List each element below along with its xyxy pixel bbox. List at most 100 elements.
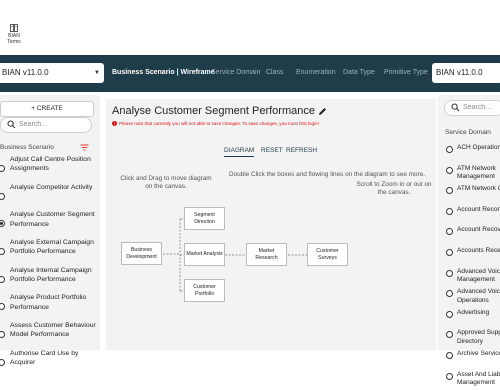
list-item[interactable]: Archive Service [438, 349, 500, 370]
service-domain-panel: Search... Service Domain ACH Operation A… [438, 95, 500, 386]
radio-button[interactable] [446, 248, 453, 256]
list-item-label: Archive Service [457, 349, 500, 357]
nav-service-domain[interactable]: Service Domain [211, 68, 260, 78]
list-item-label: Advanced Voice Operations [457, 288, 500, 304]
list-item[interactable]: Account Recon [438, 205, 500, 226]
book-icon [10, 24, 18, 32]
business-scenario-search-input[interactable]: Search... [0, 117, 92, 133]
filter-icon[interactable] [80, 144, 89, 151]
list-item[interactable]: Analyse External Campaign Portfolio Perf… [0, 238, 96, 266]
list-item-label: ACH Operation [457, 144, 500, 151]
list-item[interactable]: ATM Network Management [438, 164, 500, 185]
node-label: Customer Surveys [316, 248, 339, 261]
terms-label-line2: Terms [7, 39, 21, 45]
list-item-label: Analyse Internal Campaign Portfolio Perf… [10, 266, 92, 283]
list-item[interactable]: Accounts Rece [438, 246, 500, 267]
list-item[interactable]: Analyse Product Portfolio Performance [0, 293, 96, 321]
list-item[interactable]: Adjust Call Centre Position Assignments [0, 155, 96, 183]
diagram-panel: Analyse Customer Segment Performance ! Pl… [106, 99, 436, 350]
nav-class[interactable]: Class [266, 68, 284, 78]
search-placeholder: Search... [463, 104, 492, 111]
list-item-label: Adjust Call Centre Position Assignments [10, 156, 91, 173]
list-item-label: Accounts Rece [457, 246, 500, 254]
node-customer-surveys[interactable]: Customer Surveys [307, 243, 348, 266]
top-bar: BIAN Terms [0, 0, 500, 54]
list-item[interactable]: Analyse Competitor Activity [0, 183, 96, 211]
search-icon [451, 103, 460, 112]
node-customer-portfolio[interactable]: Customer Portfolio [184, 279, 225, 302]
radio-button-selected[interactable] [0, 220, 5, 228]
node-label: Market Analysis [186, 251, 223, 258]
node-market-research[interactable]: Market Research [246, 243, 287, 266]
radio-button[interactable] [446, 228, 453, 236]
radio-button[interactable] [446, 166, 453, 174]
service-domain-search-input[interactable]: Search... [444, 100, 500, 116]
list-item[interactable]: ATM Network C [438, 184, 500, 205]
list-item-label: Account Recov [457, 226, 500, 234]
list-item[interactable]: Asset And Liabi Management [438, 370, 500, 390]
business-scenario-list: Adjust Call Centre Position Assignments … [0, 155, 96, 377]
node-label: Market Research [255, 248, 278, 261]
radio-button[interactable] [0, 192, 5, 200]
list-item-label: ATM Network C [457, 185, 500, 193]
business-scenario-panel: + CREATE Search... Business Scenario Adj… [0, 95, 100, 366]
radio-button[interactable] [0, 165, 5, 172]
list-item[interactable]: Assess Customer Behaviour Model Performa… [0, 321, 96, 349]
radio-button[interactable] [446, 187, 453, 195]
node-label: Segment Direction [194, 212, 215, 225]
radio-button[interactable] [0, 275, 5, 283]
node-market-analysis[interactable]: Market Analysis [184, 243, 225, 266]
plus-icon: + [31, 105, 36, 112]
list-item[interactable]: ACH Operation [438, 143, 500, 164]
chevron-down-icon: ▼ [94, 70, 100, 76]
radio-button[interactable] [446, 310, 453, 318]
radio-button[interactable] [446, 269, 453, 277]
list-item-label: Analyse Product Portfolio Performance [10, 294, 87, 311]
search-icon [7, 120, 16, 129]
create-button[interactable]: + CREATE [0, 101, 94, 117]
radio-button[interactable] [0, 358, 5, 366]
service-domain-list: ACH Operation ATM Network Management ATM… [438, 143, 500, 390]
node-segment-direction[interactable]: Segment Direction [184, 207, 225, 230]
create-label: CREATE [36, 105, 63, 112]
list-item[interactable]: Account Recov [438, 225, 500, 246]
radio-button[interactable] [0, 331, 5, 339]
nav-bar: BIAN v11.0.0 ▼ Business Scenario | Wiref… [0, 55, 500, 92]
list-item[interactable]: Authorise Card Use by Acquirer [0, 349, 96, 377]
version-select-left[interactable]: BIAN v11.0.0 ▼ [0, 63, 104, 83]
radio-button[interactable] [446, 146, 453, 153]
list-item-label: Authorise Card Use by Acquirer [10, 349, 79, 367]
list-item-label: Analyse Competitor Activity [10, 183, 93, 191]
list-item-label: Analyse Customer Segment Performance [10, 211, 95, 228]
list-item[interactable]: Analyse Internal Campaign Portfolio Perf… [0, 266, 96, 294]
nav-data-type[interactable]: Data Type [343, 68, 375, 78]
nav-business-scenario-wireframe[interactable]: Business Scenario | Wireframe [112, 68, 215, 78]
radio-button[interactable] [446, 207, 453, 215]
node-label: Business Development [126, 247, 157, 260]
list-item[interactable]: Advertising [438, 308, 500, 329]
list-item[interactable]: Advanced Voice Operations [438, 287, 500, 308]
version-select-right[interactable]: BIAN v11.0.0 [432, 63, 500, 83]
list-item-label: ATM Network Management [457, 164, 496, 181]
list-item[interactable]: Analyse Customer Segment Performance [0, 210, 96, 238]
radio-button[interactable] [446, 331, 453, 339]
list-item-label: Analyse External Campaign Portfolio Perf… [10, 239, 94, 256]
nav-primitive-type[interactable]: Primitive Type [384, 68, 428, 78]
radio-button[interactable] [446, 351, 453, 359]
nav-enumeration[interactable]: Enumeration [296, 68, 336, 78]
bian-terms-button[interactable]: BIAN Terms [4, 24, 24, 45]
list-item-label: Approved Supp Directory [457, 329, 500, 345]
radio-button[interactable] [446, 290, 453, 298]
list-item-label: Account Recon [457, 205, 500, 213]
list-item-label: Assess Customer Behaviour Model Performa… [10, 322, 96, 339]
node-business-development[interactable]: Business Development [121, 242, 162, 265]
radio-button[interactable] [446, 372, 453, 380]
list-item[interactable]: Advanced Voice Management [438, 267, 500, 288]
node-label: Customer Portfolio [193, 284, 216, 297]
radio-button[interactable] [0, 303, 5, 311]
radio-button[interactable] [0, 248, 5, 256]
diagram-connectors [163, 218, 307, 292]
list-item[interactable]: Approved Supp Directory [438, 328, 500, 349]
list-item-label: Advertising [457, 308, 490, 316]
search-placeholder: Search... [19, 121, 48, 128]
